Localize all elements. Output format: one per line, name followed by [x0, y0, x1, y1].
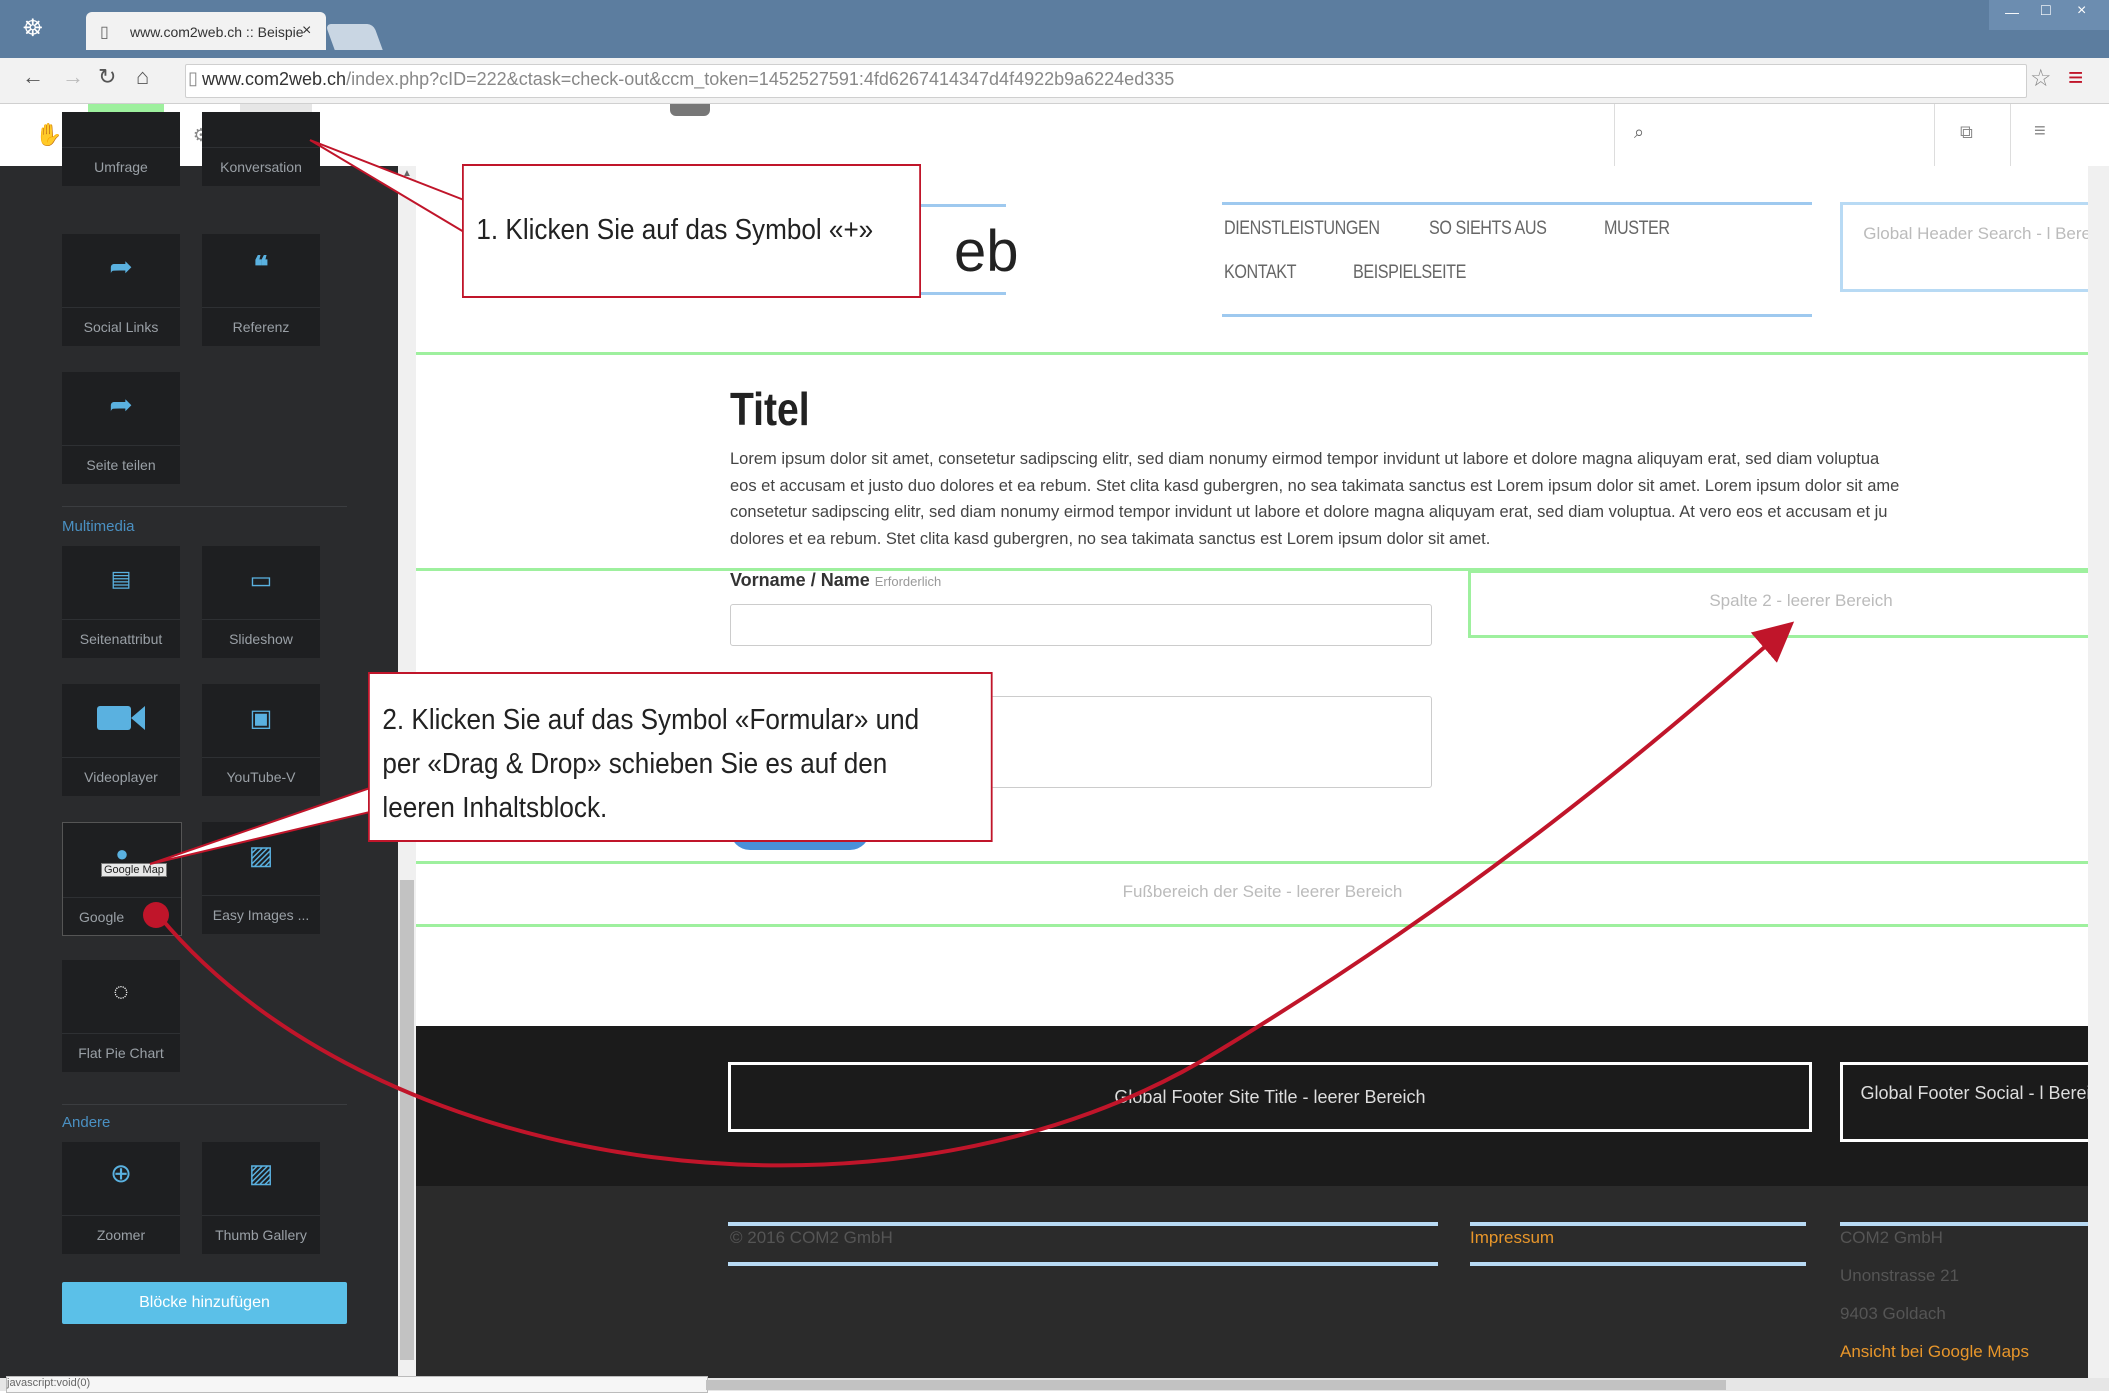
callout-step1: 1. Klicken Sie auf das Symbol «+» [462, 164, 921, 298]
callout-pointer [309, 139, 465, 234]
annotation-overlay [143, 139, 1795, 1168]
drag-start-dot [143, 902, 169, 928]
callout-line: per «Drag & Drop» schieben Sie es auf de… [382, 748, 888, 780]
callout-line: 2. Klicken Sie auf das Symbol «Formular»… [382, 704, 920, 736]
callout-step2: 2. Klicken Sie auf das Symbol «Formular»… [368, 672, 993, 842]
callout-line: leeren Inhaltsblock. [382, 792, 608, 824]
callout-pointer [149, 786, 371, 865]
